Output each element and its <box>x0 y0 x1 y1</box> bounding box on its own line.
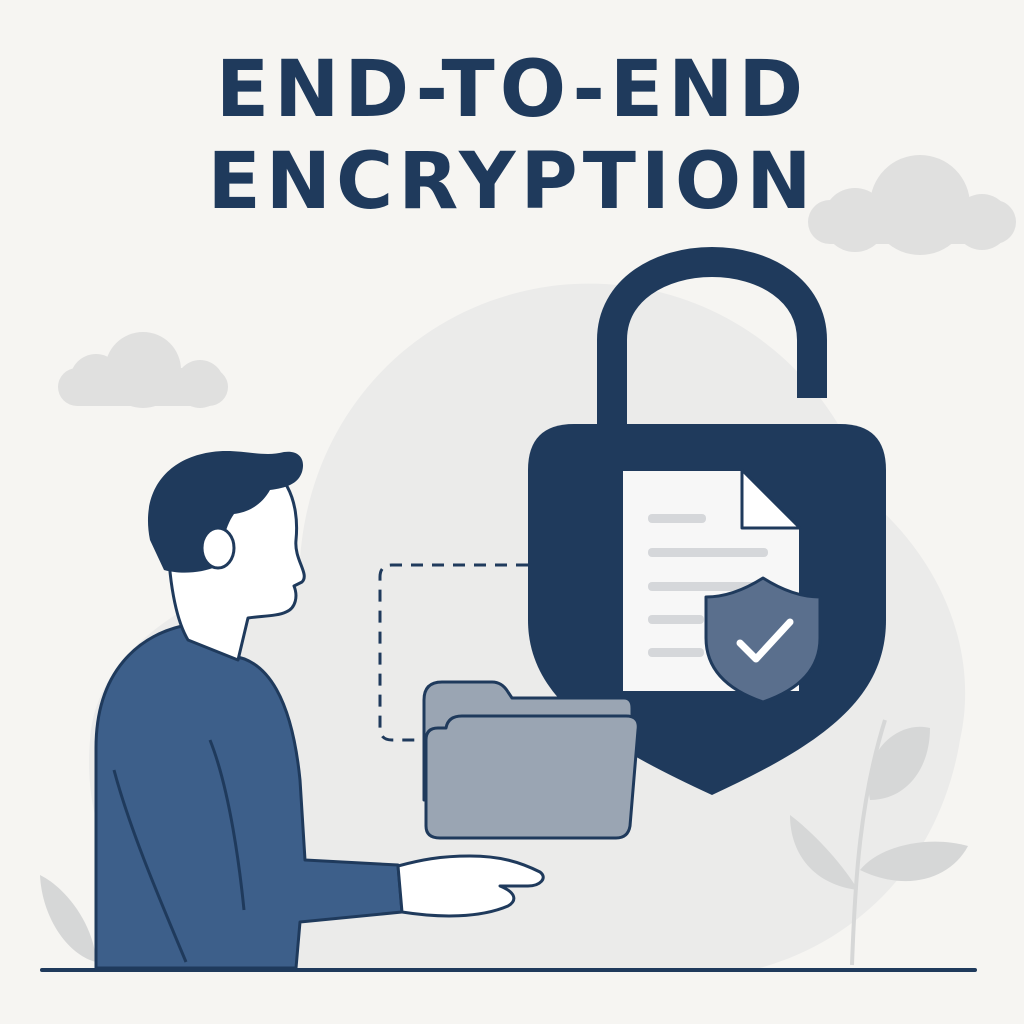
title-line-2: ENCRYPTION <box>207 137 817 227</box>
title-line-1: END-TO-END <box>215 45 809 135</box>
plant-left-icon <box>40 875 96 962</box>
illustration: END-TO-END ENCRYPTION <box>0 0 1024 1024</box>
page-title: END-TO-END ENCRYPTION <box>0 44 1024 228</box>
folder-icon <box>422 680 640 840</box>
cloud-left-icon <box>58 332 228 408</box>
